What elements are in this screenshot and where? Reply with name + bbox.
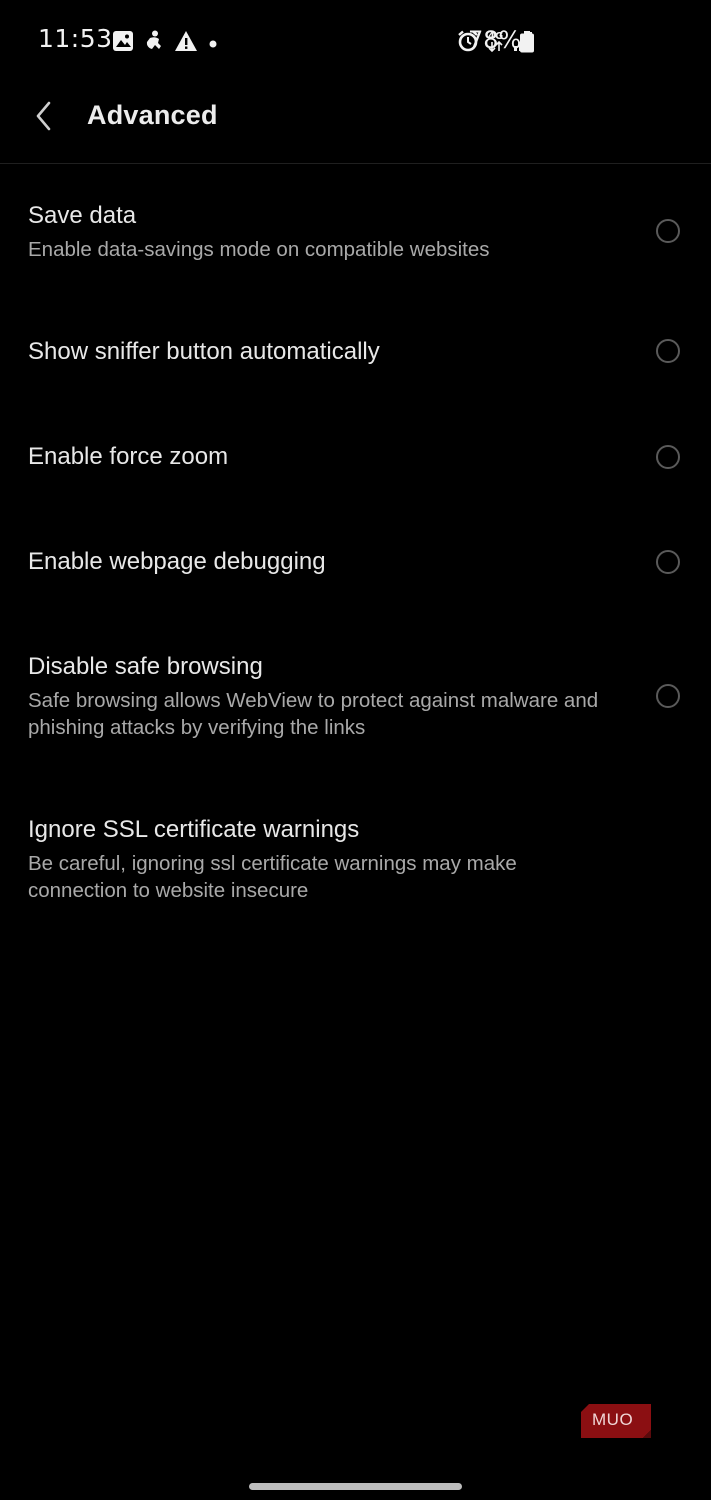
app-bar: Advanced bbox=[0, 86, 711, 164]
setting-title: Ignore SSL certificate warnings bbox=[28, 816, 360, 843]
setting-description: Enable data-savings mode on compatible w… bbox=[28, 238, 490, 261]
warning-icon bbox=[174, 30, 198, 56]
page-title: Advanced bbox=[87, 100, 218, 130]
setting-save-data[interactable]: Save data Enable data-savings mode on co… bbox=[0, 164, 711, 300]
setting-description: Be careful, ignoring ssl certificate war… bbox=[28, 852, 517, 902]
setting-title: Enable webpage debugging bbox=[28, 548, 326, 575]
back-button[interactable] bbox=[22, 96, 66, 140]
setting-title: Show sniffer button automatically bbox=[28, 338, 380, 365]
setting-title: Disable safe browsing bbox=[28, 653, 263, 680]
setting-enable-webpage-debugging[interactable]: Enable webpage debugging bbox=[0, 510, 711, 615]
gallery-icon bbox=[112, 30, 134, 56]
setting-show-sniffer-button[interactable]: Show sniffer button automatically bbox=[0, 300, 711, 405]
force-zoom-radio[interactable] bbox=[656, 445, 680, 469]
setting-description: Safe browsing allows WebView to protect … bbox=[28, 689, 599, 739]
dot-icon bbox=[208, 34, 218, 53]
setting-ignore-ssl-warnings[interactable]: Ignore SSL certificate warnings Be caref… bbox=[0, 778, 711, 928]
status-time: 11:53 bbox=[38, 24, 113, 53]
setting-enable-force-zoom[interactable]: Enable force zoom bbox=[0, 405, 711, 510]
setting-title: Enable force zoom bbox=[28, 443, 229, 470]
show-sniffer-radio[interactable] bbox=[656, 339, 680, 363]
webpage-debugging-radio[interactable] bbox=[656, 550, 680, 574]
safe-browsing-radio[interactable] bbox=[656, 684, 680, 708]
status-bar: 11:53 4G 78% bbox=[0, 0, 711, 86]
setting-title: Save data bbox=[28, 202, 137, 229]
chevron-left-icon bbox=[34, 100, 54, 136]
accessibility-icon bbox=[144, 30, 164, 56]
home-indicator[interactable] bbox=[249, 1483, 462, 1490]
watermark-text: MUO bbox=[592, 1410, 634, 1429]
battery-icon bbox=[519, 31, 535, 57]
battery-percentage: 78% bbox=[468, 26, 522, 54]
save-data-radio[interactable] bbox=[656, 219, 680, 243]
status-notification-icons bbox=[112, 30, 218, 56]
setting-disable-safe-browsing[interactable]: Disable safe browsing Safe browsing allo… bbox=[0, 615, 711, 778]
